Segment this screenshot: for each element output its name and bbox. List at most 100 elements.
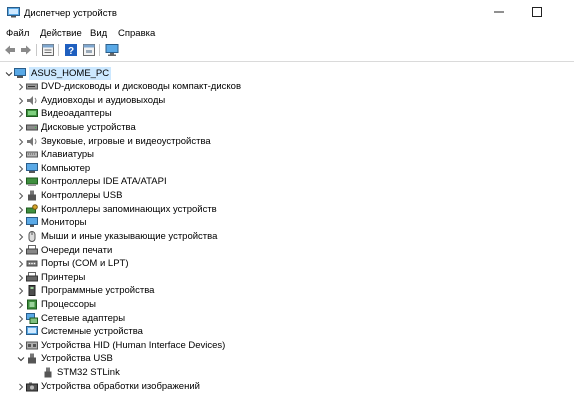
tree-item-sound[interactable]: Звуковые, игровые и видеоустройства <box>16 135 211 148</box>
port-icon <box>26 258 38 269</box>
window-title: Диспетчер устройств <box>24 8 117 19</box>
dvd-drive-icon <box>26 81 38 92</box>
tree-item-label: Звуковые, игровые и видеоустройства <box>41 136 211 147</box>
minimize-button[interactable] <box>484 0 514 24</box>
chevron-right-icon[interactable] <box>16 148 26 161</box>
tree-item-printers[interactable]: Принтеры <box>16 271 85 284</box>
chevron-right-icon[interactable] <box>16 175 26 188</box>
menu-file[interactable]: Файл <box>6 28 29 39</box>
system-device-icon <box>26 326 38 337</box>
help-icon[interactable]: ? <box>64 43 78 57</box>
tree-root-label: ASUS_HOME_PC <box>29 67 112 80</box>
hid-icon <box>26 340 38 351</box>
tree-item-label: Компьютер <box>41 163 91 174</box>
storage-controller-icon <box>26 204 38 215</box>
properties-icon[interactable] <box>41 43 55 57</box>
maximize-button[interactable] <box>522 0 552 24</box>
chevron-right-icon[interactable] <box>16 94 26 107</box>
chevron-right-icon[interactable] <box>16 230 26 243</box>
chevron-right-icon[interactable] <box>16 203 26 216</box>
tree-item-label: Клавиатуры <box>41 149 95 160</box>
tree-item-label: Устройства обработки изображений <box>41 381 200 392</box>
tree-item-label: Аудиовходы и аудиовыходы <box>41 95 166 106</box>
chevron-right-icon[interactable] <box>16 339 26 352</box>
chevron-right-icon[interactable] <box>16 271 26 284</box>
tree-item-stm32-stlink[interactable]: STM32 STLink <box>42 366 120 379</box>
chevron-down-icon[interactable] <box>16 352 26 365</box>
tree-item-ports[interactable]: Порты (COM и LPT) <box>16 257 129 270</box>
toolbar-separator <box>36 44 37 56</box>
tree-item-label: Видеоадаптеры <box>41 108 112 119</box>
network-adapter-icon <box>26 313 38 324</box>
chevron-right-icon[interactable] <box>16 80 26 93</box>
menu-help[interactable]: Справка <box>118 28 155 39</box>
tree-item-audio-io[interactable]: Аудиовходы и аудиовыходы <box>16 94 165 107</box>
computer-icon <box>14 68 26 79</box>
monitor-scan-icon[interactable] <box>105 43 119 57</box>
usb-controller-icon <box>26 190 38 201</box>
tree-item-system-devices[interactable]: Системные устройства <box>16 325 143 338</box>
tree-item-network-adapters[interactable]: Сетевые адаптеры <box>16 312 125 325</box>
chevron-right-icon[interactable] <box>16 216 26 229</box>
chevron-right-icon[interactable] <box>16 135 26 148</box>
toolbar-divider <box>0 61 574 62</box>
back-arrow-icon[interactable] <box>3 43 17 57</box>
monitor-icon <box>26 163 38 174</box>
tree-item-label: Программные устройства <box>41 285 155 296</box>
chevron-right-icon[interactable] <box>16 325 26 338</box>
usb-device-icon <box>26 353 38 364</box>
svg-text:?: ? <box>68 46 74 57</box>
tree-item-label: Дисковые устройства <box>41 122 136 133</box>
menu-view[interactable]: Вид <box>90 28 107 39</box>
tree-item-label: Процессоры <box>41 299 97 310</box>
device-manager-icon <box>7 7 20 18</box>
tree-item-label: Контроллеры IDE ATA/ATAPI <box>41 176 167 187</box>
chevron-right-icon[interactable] <box>16 121 26 134</box>
tree-item-label: Сетевые адаптеры <box>41 313 126 324</box>
show-hidden-icon[interactable] <box>82 43 96 57</box>
tree-item-label: Мыши и иные указывающие устройства <box>41 231 218 242</box>
chevron-down-icon[interactable] <box>4 67 14 80</box>
tree-item-label: Устройства HID (Human Interface Devices) <box>41 340 226 351</box>
minimize-icon <box>494 11 504 13</box>
tree-item-imaging-devices[interactable]: Устройства обработки изображений <box>16 380 200 393</box>
tree-root[interactable]: ASUS_HOME_PC <box>4 67 112 80</box>
display-adapter-icon <box>26 108 38 119</box>
tree-item-monitors[interactable]: Мониторы <box>16 216 87 229</box>
camera-icon <box>26 381 38 392</box>
tree-item-label: STM32 STLink <box>57 367 120 378</box>
tree-item-software-devices[interactable]: Программные устройства <box>16 284 154 297</box>
tree-item-computer[interactable]: Компьютер <box>16 162 90 175</box>
tree-item-label: DVD-дисководы и дисководы компакт-дисков <box>41 81 241 92</box>
chevron-right-icon[interactable] <box>16 107 26 120</box>
tree-item-print-queues[interactable]: Очереди печати <box>16 244 112 257</box>
tree-item-label: Контроллеры USB <box>41 190 123 201</box>
tree-item-video-adapters[interactable]: Видеоадаптеры <box>16 107 112 120</box>
tree-item-mice[interactable]: Мыши и иные указывающие устройства <box>16 230 217 243</box>
chevron-right-icon[interactable] <box>16 298 26 311</box>
chevron-right-icon[interactable] <box>16 257 26 270</box>
tree-item-label: Контроллеры запоминающих устройств <box>41 204 217 215</box>
tree-item-ide[interactable]: Контроллеры IDE ATA/ATAPI <box>16 175 167 188</box>
chevron-right-icon[interactable] <box>16 284 26 297</box>
usb-plug-icon <box>42 367 54 378</box>
tree-item-keyboards[interactable]: Клавиатуры <box>16 148 94 161</box>
forward-arrow-icon[interactable] <box>19 43 33 57</box>
chevron-right-icon[interactable] <box>16 312 26 325</box>
chevron-right-icon[interactable] <box>16 162 26 175</box>
toolbar-separator <box>99 44 100 56</box>
chevron-right-icon[interactable] <box>16 189 26 202</box>
tree-item-dvd[interactable]: DVD-дисководы и дисководы компакт-дисков <box>16 80 241 93</box>
chevron-right-icon[interactable] <box>16 244 26 257</box>
chevron-right-icon[interactable] <box>16 380 26 393</box>
tree-item-hid[interactable]: Устройства HID (Human Interface Devices) <box>16 339 225 352</box>
tree-item-usb-controllers[interactable]: Контроллеры USB <box>16 189 122 202</box>
tree-item-processors[interactable]: Процессоры <box>16 298 96 311</box>
tree-item-usb-devices[interactable]: Устройства USB <box>16 352 113 365</box>
speaker-icon <box>26 95 38 106</box>
menu-action[interactable]: Действие <box>40 28 82 39</box>
ide-controller-icon <box>26 176 38 187</box>
tree-item-storage-controllers[interactable]: Контроллеры запоминающих устройств <box>16 203 217 216</box>
tree-item-label: Устройства USB <box>41 353 113 364</box>
tree-item-disk-drives[interactable]: Дисковые устройства <box>16 121 136 134</box>
